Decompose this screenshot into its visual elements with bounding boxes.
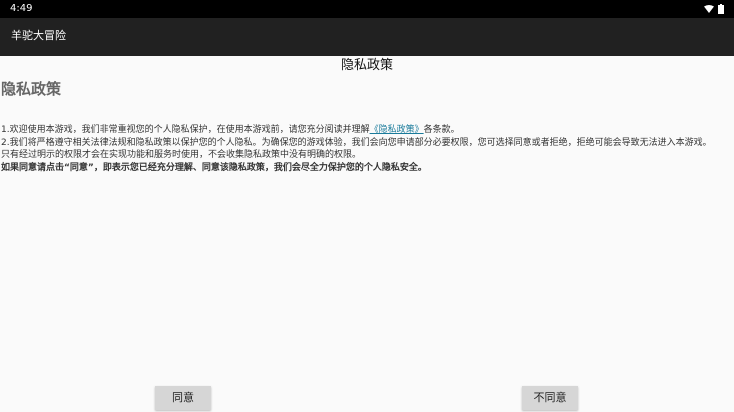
- battery-icon: [718, 4, 724, 14]
- screen: 4:49 羊驼大冒险 隐私政策 隐私政策 1.欢迎使用本游戏，我们非常重视您的个…: [0, 0, 734, 412]
- privacy-policy-link[interactable]: 《隐私政策》: [370, 125, 424, 135]
- status-icons: [704, 4, 724, 14]
- policy-paragraph-4: 如果同意请点击“同意”，即表示您已经充分理解、同意该隐私政策，我们会尽全力保护您…: [1, 162, 427, 173]
- policy-paragraph-1: 1.欢迎使用本游戏，我们非常重视您的个人隐私保护，在使用本游戏前，请您充分阅读并…: [1, 124, 731, 137]
- app-bar: 羊驼大冒险: [0, 18, 734, 56]
- page-header: 隐私政策: [340, 58, 393, 73]
- status-bar: 4:49: [0, 0, 734, 18]
- policy-text: 1.欢迎使用本游戏，我们非常重视您的个人隐私保护，在使用本游戏前，请您充分阅读并…: [1, 125, 370, 135]
- policy-heading: 隐私政策: [1, 80, 62, 98]
- policy-paragraph-2: 2.我们将严格遵守相关法律法规和隐私政策以保护您的个人隐私。为确保您的游戏体验，…: [1, 137, 712, 148]
- app-title: 羊驼大冒险: [11, 29, 66, 42]
- wifi-icon: [704, 5, 714, 13]
- policy-text: 各条款。: [423, 125, 460, 135]
- policy-body: 1.欢迎使用本游戏，我们非常重视您的个人隐私保护，在使用本游戏前，请您充分阅读并…: [1, 124, 731, 174]
- disagree-button[interactable]: 不同意: [522, 386, 578, 410]
- agree-button[interactable]: 同意: [155, 386, 211, 410]
- status-time: 4:49: [10, 3, 33, 14]
- policy-paragraph-3: 只有经过明示的权限才会在实现功能和服务时使用，不会收集隐私政策中没有明确的权限。: [1, 150, 362, 160]
